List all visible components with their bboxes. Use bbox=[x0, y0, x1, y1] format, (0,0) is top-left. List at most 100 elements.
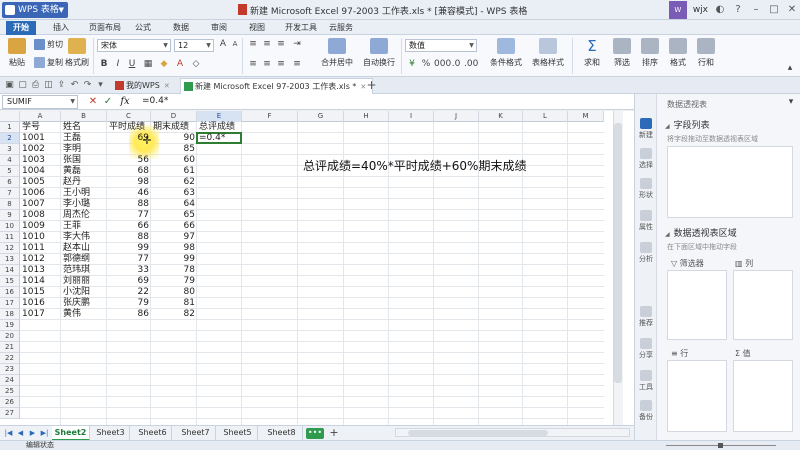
row-header[interactable]: 14 bbox=[0, 265, 20, 276]
sheet-tab-sheet8[interactable]: Sheet8 bbox=[261, 426, 303, 441]
close-icon[interactable]: ✕ bbox=[786, 4, 798, 16]
minimize-icon[interactable]: – bbox=[750, 4, 762, 16]
align-right-icon[interactable]: ≡ bbox=[275, 59, 287, 70]
field-list-header[interactable]: ◢ 字段列表 bbox=[665, 118, 710, 131]
row-header[interactable]: 23 bbox=[0, 364, 20, 375]
cell[interactable]: 86 bbox=[107, 309, 151, 320]
user-name[interactable]: wjx bbox=[693, 5, 708, 15]
cell[interactable]: 79 bbox=[107, 298, 151, 309]
horizontal-scrollbar[interactable] bbox=[395, 428, 630, 437]
sidebar-item-analyze[interactable]: 分析 bbox=[635, 242, 657, 264]
copy-button[interactable]: 复制 bbox=[34, 57, 63, 68]
maximize-icon[interactable]: □ bbox=[768, 4, 780, 16]
number-format-select[interactable]: 数值 ▼ bbox=[405, 39, 477, 52]
cell[interactable]: 77 bbox=[107, 254, 151, 265]
row-header[interactable]: 8 bbox=[0, 199, 20, 210]
cell[interactable]: 66 bbox=[107, 221, 151, 232]
cell[interactable]: 1014 bbox=[20, 276, 61, 287]
cell[interactable]: 王磊 bbox=[61, 133, 107, 144]
row-header[interactable]: 3 bbox=[0, 144, 20, 155]
cell[interactable]: 1008 bbox=[20, 210, 61, 221]
justify-icon[interactable]: ≡ bbox=[291, 59, 303, 70]
formula-input[interactable]: =0.4* bbox=[142, 96, 168, 106]
column-header[interactable]: H bbox=[344, 111, 389, 122]
cell[interactable]: 黄磊 bbox=[61, 166, 107, 177]
cell[interactable]: 99 bbox=[107, 243, 151, 254]
cell[interactable]: 范玮琪 bbox=[61, 265, 107, 276]
tab-cloud[interactable]: 云服务 bbox=[322, 21, 360, 35]
cell[interactable]: 64 bbox=[151, 199, 197, 210]
cell[interactable]: 1003 bbox=[20, 155, 61, 166]
cell[interactable]: 李小璐 bbox=[61, 199, 107, 210]
rows-drop-zone[interactable] bbox=[667, 360, 727, 432]
fill-color-icon[interactable]: ◆ bbox=[158, 59, 170, 70]
undo-icon[interactable]: ↶ bbox=[69, 79, 80, 91]
font-size-select[interactable]: 12 ▼ bbox=[174, 39, 214, 52]
doc-tab-my-wps[interactable]: 我的WPS ✕ bbox=[112, 78, 176, 94]
avatar[interactable]: W bbox=[668, 1, 687, 19]
cell[interactable]: 63 bbox=[151, 188, 197, 199]
row-header[interactable]: 6 bbox=[0, 177, 20, 188]
cell[interactable]: 78 bbox=[151, 265, 197, 276]
border-icon[interactable]: ▦ bbox=[142, 59, 154, 70]
row-header[interactable]: 5 bbox=[0, 166, 20, 177]
cell[interactable]: 1012 bbox=[20, 254, 61, 265]
cell[interactable]: 郭德纲 bbox=[61, 254, 107, 265]
row-header[interactable]: 19 bbox=[0, 320, 20, 331]
cell[interactable]: 98 bbox=[151, 243, 197, 254]
columns-drop-zone[interactable] bbox=[733, 270, 793, 340]
tab-review[interactable]: 审阅 bbox=[204, 21, 234, 35]
cell[interactable]: 1010 bbox=[20, 232, 61, 243]
increase-decimal-icon[interactable]: .0 bbox=[450, 59, 462, 70]
sidebar-item-backup[interactable]: 备份 bbox=[635, 400, 657, 422]
row-header[interactable]: 16 bbox=[0, 287, 20, 298]
align-bottom-icon[interactable]: ≡ bbox=[275, 39, 287, 50]
row-header[interactable]: 15 bbox=[0, 276, 20, 287]
align-center-icon[interactable]: ≡ bbox=[261, 59, 273, 70]
zoom-knob[interactable] bbox=[718, 443, 723, 448]
more-sheets-button[interactable]: ••• bbox=[306, 428, 324, 439]
cell[interactable]: 90 bbox=[151, 133, 197, 144]
cell[interactable]: 李明 bbox=[61, 144, 107, 155]
wrap-text-button[interactable]: 自动换行 bbox=[360, 38, 398, 68]
cancel-formula-icon[interactable]: ✕ bbox=[87, 96, 99, 108]
select-all-corner[interactable] bbox=[0, 111, 20, 122]
redo-icon[interactable]: ↷ bbox=[82, 79, 93, 91]
tab-page-layout[interactable]: 页面布局 bbox=[82, 21, 128, 35]
tab-view[interactable]: 视图 bbox=[242, 21, 272, 35]
align-top-icon[interactable]: ≡ bbox=[247, 39, 259, 50]
name-box[interactable]: SUMIF ▼ bbox=[2, 95, 78, 109]
sidebar-item-tools[interactable]: 工具 bbox=[635, 370, 657, 392]
spreadsheet-grid[interactable]: ABCDEFGHIJKLM 1 2 3 4 5 6 7 8 9 10 11 12 13 14 15 16 17 1… bbox=[0, 111, 604, 425]
pane-options-icon[interactable]: ▾ bbox=[785, 97, 797, 108]
conditional-format-button[interactable]: 条件格式 bbox=[486, 38, 526, 68]
cell[interactable]: 69 bbox=[107, 276, 151, 287]
cell[interactable]: 1002 bbox=[20, 144, 61, 155]
row-header[interactable]: 2 bbox=[0, 133, 20, 144]
column-header[interactable]: J bbox=[434, 111, 479, 122]
row-header[interactable]: 24 bbox=[0, 375, 20, 386]
column-header[interactable]: K bbox=[479, 111, 523, 122]
row-header[interactable]: 1 bbox=[0, 122, 20, 133]
merge-center-button[interactable]: 合并居中 bbox=[318, 38, 356, 68]
align-left-icon[interactable]: ≡ bbox=[247, 59, 259, 70]
column-header[interactable]: F bbox=[242, 111, 298, 122]
cell[interactable]: 88 bbox=[107, 199, 151, 210]
cell[interactable]: 61 bbox=[151, 166, 197, 177]
cell[interactable]: 88 bbox=[107, 232, 151, 243]
export-icon[interactable]: ⇪ bbox=[56, 79, 67, 91]
font-shrink-icon[interactable]: A bbox=[229, 39, 241, 50]
italic-icon[interactable]: I bbox=[112, 59, 124, 70]
scrollbar-thumb[interactable] bbox=[614, 123, 622, 383]
cell[interactable]: 1006 bbox=[20, 188, 61, 199]
cell[interactable]: 99 bbox=[151, 254, 197, 265]
paste-button[interactable]: 粘贴 bbox=[4, 38, 30, 68]
filters-drop-zone[interactable] bbox=[667, 270, 727, 340]
sidebar-item-recommend[interactable]: 推荐 bbox=[635, 306, 657, 328]
row-header[interactable]: 25 bbox=[0, 386, 20, 397]
next-sheet-icon[interactable]: ▶ bbox=[28, 428, 37, 439]
ribbon-collapse-icon[interactable]: ▴ bbox=[784, 63, 796, 74]
scrollbar-thumb[interactable] bbox=[408, 430, 548, 436]
cut-button[interactable]: 剪切 bbox=[34, 39, 63, 50]
cell[interactable]: 1015 bbox=[20, 287, 61, 298]
